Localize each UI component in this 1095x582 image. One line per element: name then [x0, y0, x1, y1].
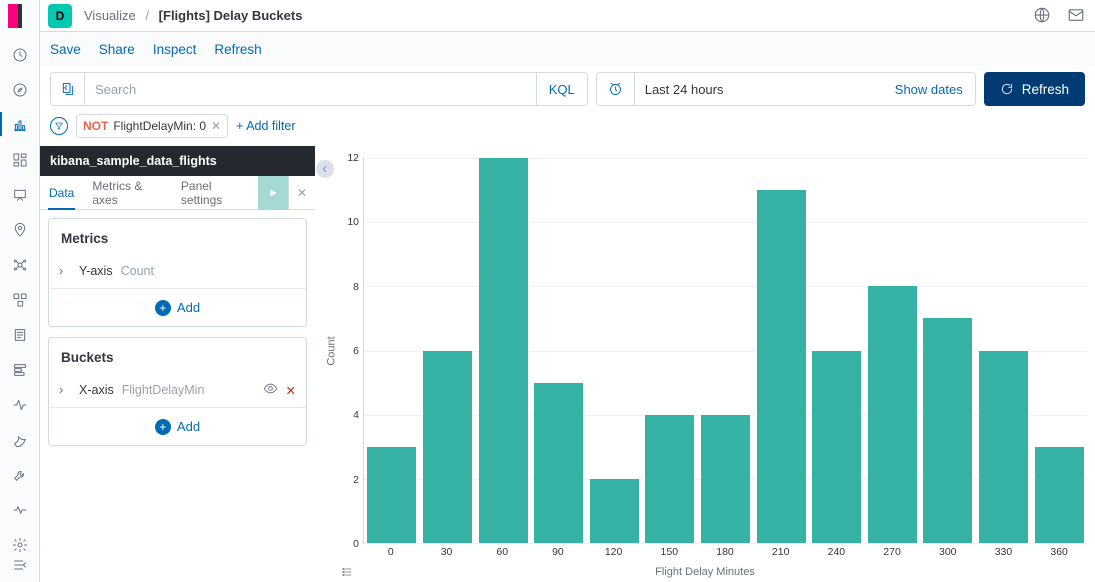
discover-icon[interactable]: [11, 81, 29, 99]
recently-viewed-icon[interactable]: [11, 46, 29, 64]
siem-icon[interactable]: [11, 431, 29, 449]
metrics-agg-value: Count: [121, 264, 154, 278]
management-icon[interactable]: [11, 536, 29, 554]
remove-agg-icon[interactable]: ✕: [286, 383, 296, 398]
breadcrumb: Visualize / [Flights] Delay Buckets: [84, 8, 302, 23]
mail-icon[interactable]: [1067, 6, 1087, 26]
toggle-visibility-icon[interactable]: [263, 381, 278, 399]
breadcrumb-parent[interactable]: Visualize: [84, 8, 136, 23]
bar[interactable]: [367, 447, 416, 543]
metrics-card: Metrics › Y-axis Count +Add: [48, 218, 307, 327]
chart-area: Count 024681012 030609012015018021024027…: [315, 146, 1095, 582]
bar[interactable]: [534, 383, 583, 543]
dev-tools-icon[interactable]: [11, 466, 29, 484]
share-link[interactable]: Share: [99, 42, 135, 57]
filter-remove-icon[interactable]: ✕: [211, 119, 221, 133]
inspect-link[interactable]: Inspect: [153, 42, 197, 57]
legend-toggle-icon[interactable]: [341, 566, 355, 580]
breadcrumb-current: [Flights] Delay Buckets: [159, 8, 303, 23]
editor-tabs: Data Metrics & axes Panel settings ✕: [40, 176, 315, 210]
apm-icon[interactable]: [11, 361, 29, 379]
query-language-toggle[interactable]: KQL: [536, 73, 587, 105]
nav-rail: [0, 0, 40, 582]
kibana-logo-icon[interactable]: [8, 4, 32, 28]
bar[interactable]: [979, 351, 1028, 544]
refresh-button[interactable]: Refresh: [984, 72, 1085, 106]
add-bucket-button[interactable]: +Add: [49, 407, 306, 445]
add-metric-button[interactable]: +Add: [49, 288, 306, 326]
saved-queries-button[interactable]: [51, 73, 85, 105]
tab-metrics-axes[interactable]: Metrics & axes: [83, 176, 172, 209]
show-dates-link[interactable]: Show dates: [883, 82, 975, 97]
save-link[interactable]: Save: [50, 42, 81, 57]
metrics-agg-label: Y-axis: [79, 264, 113, 278]
bar[interactable]: [701, 415, 750, 543]
bar[interactable]: [757, 190, 806, 543]
top-bar: D Visualize / [Flights] Delay Buckets: [40, 0, 1095, 32]
apply-changes-button[interactable]: [258, 176, 288, 210]
logs-icon[interactable]: [11, 326, 29, 344]
monitoring-icon[interactable]: [11, 501, 29, 519]
buckets-card: Buckets › X-axis FlightDelayMin ✕ +Add: [48, 337, 307, 446]
canvas-icon[interactable]: [11, 186, 29, 204]
filter-bar: NOT FlightDelayMin: 0 ✕ + Add filter: [40, 114, 1095, 146]
y-axis-ticks: 024681012: [341, 158, 363, 544]
bar[interactable]: [1035, 447, 1084, 543]
tab-panel-settings[interactable]: Panel settings: [172, 176, 258, 209]
filter-text: FlightDelayMin: 0: [113, 119, 206, 133]
space-badge[interactable]: D: [48, 4, 72, 28]
search-input[interactable]: [85, 73, 536, 105]
buckets-agg-value: FlightDelayMin: [122, 383, 205, 397]
filter-options-button[interactable]: [50, 117, 68, 135]
time-range-label[interactable]: Last 24 hours: [635, 82, 883, 97]
metrics-title: Metrics: [49, 219, 306, 254]
news-icon[interactable]: [1033, 6, 1053, 26]
y-axis-label: Count: [326, 336, 338, 365]
bar[interactable]: [923, 318, 972, 543]
buckets-agg-row[interactable]: › X-axis FlightDelayMin ✕: [49, 373, 306, 407]
bar[interactable]: [812, 351, 861, 544]
action-bar: Save Share Inspect Refresh: [40, 32, 1095, 66]
buckets-title: Buckets: [49, 338, 306, 373]
chart-plot[interactable]: [363, 158, 1087, 544]
filter-pill[interactable]: NOT FlightDelayMin: 0 ✕: [76, 114, 228, 138]
uptime-icon[interactable]: [11, 396, 29, 414]
x-axis-ticks: 0306090120150180210240270300330360: [363, 544, 1087, 564]
index-pattern-title[interactable]: kibana_sample_data_flights: [40, 146, 315, 176]
refresh-link[interactable]: Refresh: [214, 42, 261, 57]
query-row: KQL Last 24 hours Show dates Refresh: [40, 66, 1095, 114]
buckets-agg-label: X-axis: [79, 383, 114, 397]
bar[interactable]: [868, 286, 917, 543]
infrastructure-icon[interactable]: [11, 291, 29, 309]
tab-data[interactable]: Data: [40, 176, 83, 209]
filter-negate: NOT: [83, 119, 108, 133]
bar[interactable]: [645, 415, 694, 543]
discard-changes-button[interactable]: ✕: [288, 176, 315, 210]
visualize-icon[interactable]: [11, 116, 29, 134]
refresh-button-label: Refresh: [1022, 82, 1069, 97]
collapse-nav-icon[interactable]: [11, 556, 29, 574]
bar[interactable]: [590, 479, 639, 543]
quick-time-button[interactable]: [597, 73, 635, 105]
bar[interactable]: [479, 158, 528, 543]
metrics-agg-row[interactable]: › Y-axis Count: [49, 254, 306, 288]
maps-icon[interactable]: [11, 221, 29, 239]
x-axis-label: Flight Delay Minutes: [323, 564, 1087, 578]
ml-icon[interactable]: [11, 256, 29, 274]
editor-side-panel: kibana_sample_data_flights Data Metrics …: [40, 146, 315, 582]
dashboard-icon[interactable]: [11, 151, 29, 169]
add-filter-link[interactable]: + Add filter: [236, 119, 295, 133]
bar[interactable]: [423, 351, 472, 544]
